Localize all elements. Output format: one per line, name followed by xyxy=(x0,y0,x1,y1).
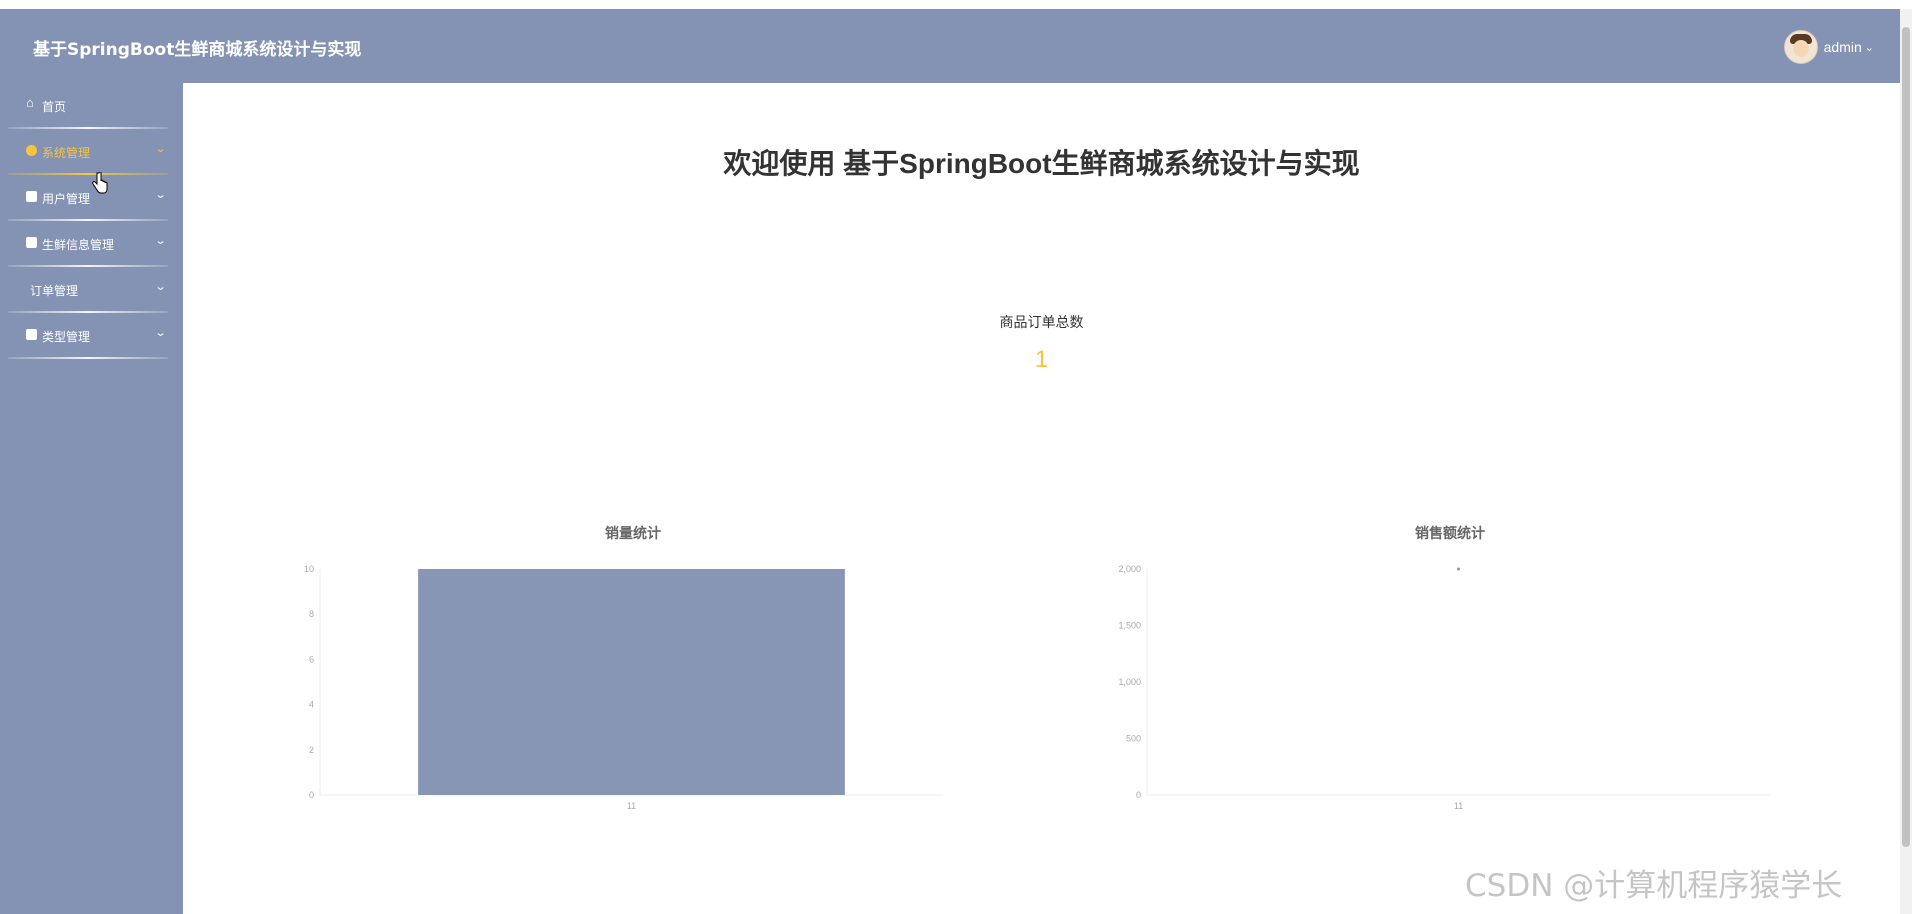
y-tick-label: 2,000 xyxy=(1118,564,1141,574)
order-count-label: 商品订单总数 xyxy=(999,314,1084,330)
square-icon xyxy=(26,329,37,340)
dot-icon xyxy=(26,145,37,156)
sidebar-item-fresh-info[interactable]: 生鲜信息管理 ⌄ xyxy=(0,221,183,267)
sidebar-item-label: 生鲜信息管理 xyxy=(42,238,115,252)
sidebar-item-label: 首页 xyxy=(42,100,67,114)
sidebar-item-label: 用户管理 xyxy=(42,192,91,206)
chevron-down-icon: ⌄ xyxy=(154,143,167,155)
sales-amount-chart-svg: 0 500 1,000 1,500 2,000 11 xyxy=(1118,564,1770,811)
sidebar-item-system[interactable]: 系统管理 ⌄ xyxy=(0,129,183,175)
sidebar-item-label: 订单管理 xyxy=(30,284,79,298)
chevron-down-icon: ⌄ xyxy=(154,189,167,201)
chart-title: 销量统计 xyxy=(605,525,661,541)
app-header: 基于SpringBoot生鲜商城系统设计与实现 admin ⌄ xyxy=(0,9,1900,83)
divider xyxy=(8,357,168,359)
sales-volume-chart: 销量统计 0 2 4 6 8 10 11 xyxy=(283,523,983,823)
sidebar-item-label: 类型管理 xyxy=(42,330,91,344)
order-count-value: 1 xyxy=(1034,346,1049,373)
y-tick-label: 6 xyxy=(309,654,314,664)
y-tick-label: 2 xyxy=(309,745,314,755)
chevron-down-icon: ⌄ xyxy=(154,281,167,293)
sidebar-item-home[interactable]: ⌂ 首页 xyxy=(0,83,183,129)
bar xyxy=(418,569,845,795)
y-tick-label: 10 xyxy=(304,564,314,574)
sales-amount-chart: 销售额统计 0 500 1,000 1,500 2,000 11 xyxy=(1100,523,1800,823)
username[interactable]: admin xyxy=(1824,39,1862,55)
welcome-heading: 欢迎使用 基于SpringBoot生鲜商城系统设计与实现 xyxy=(723,148,1360,179)
user-menu[interactable]: admin ⌄ xyxy=(1783,30,1874,64)
home-icon: ⌂ xyxy=(26,95,34,110)
y-tick-label: 0 xyxy=(309,790,314,800)
scrollbar-thumb[interactable] xyxy=(1902,27,1910,847)
x-tick-label: 11 xyxy=(627,801,636,811)
chart-title: 销售额统计 xyxy=(1415,525,1485,541)
chevron-down-icon[interactable]: ⌄ xyxy=(1865,41,1874,54)
data-point xyxy=(1457,567,1460,571)
y-tick-label: 1,000 xyxy=(1118,677,1141,687)
y-tick-label: 500 xyxy=(1126,734,1141,744)
chevron-down-icon: ⌄ xyxy=(154,327,167,339)
sidebar-item-orders[interactable]: 订单管理 ⌄ xyxy=(0,267,183,313)
sales-volume-chart-svg: 0 2 4 6 8 10 11 xyxy=(304,564,943,811)
watermark: CSDN @计算机程序猿学长 xyxy=(1465,868,1843,904)
sidebar: ⌂ 首页 系统管理 ⌄ 用户管理 ⌄ 生鲜信息管理 ⌄ 订单管理 ⌄ 类型管理 … xyxy=(0,83,183,914)
sidebar-item-types[interactable]: 类型管理 ⌄ xyxy=(0,313,183,359)
x-tick-label: 11 xyxy=(1454,801,1463,811)
square-icon xyxy=(26,191,37,202)
y-tick-label: 1,500 xyxy=(1118,621,1141,631)
square-icon xyxy=(26,237,37,248)
avatar[interactable] xyxy=(1783,30,1818,64)
sidebar-item-label: 系统管理 xyxy=(42,146,91,160)
y-tick-label: 0 xyxy=(1136,790,1141,800)
top-strip xyxy=(0,0,1912,9)
y-tick-label: 8 xyxy=(309,609,314,619)
hand-cursor-icon xyxy=(92,172,108,194)
y-tick-label: 4 xyxy=(309,700,314,710)
chevron-down-icon: ⌄ xyxy=(154,235,167,247)
scrollbar[interactable] xyxy=(1900,9,1912,914)
app-title: 基于SpringBoot生鲜商城系统设计与实现 xyxy=(33,40,362,60)
